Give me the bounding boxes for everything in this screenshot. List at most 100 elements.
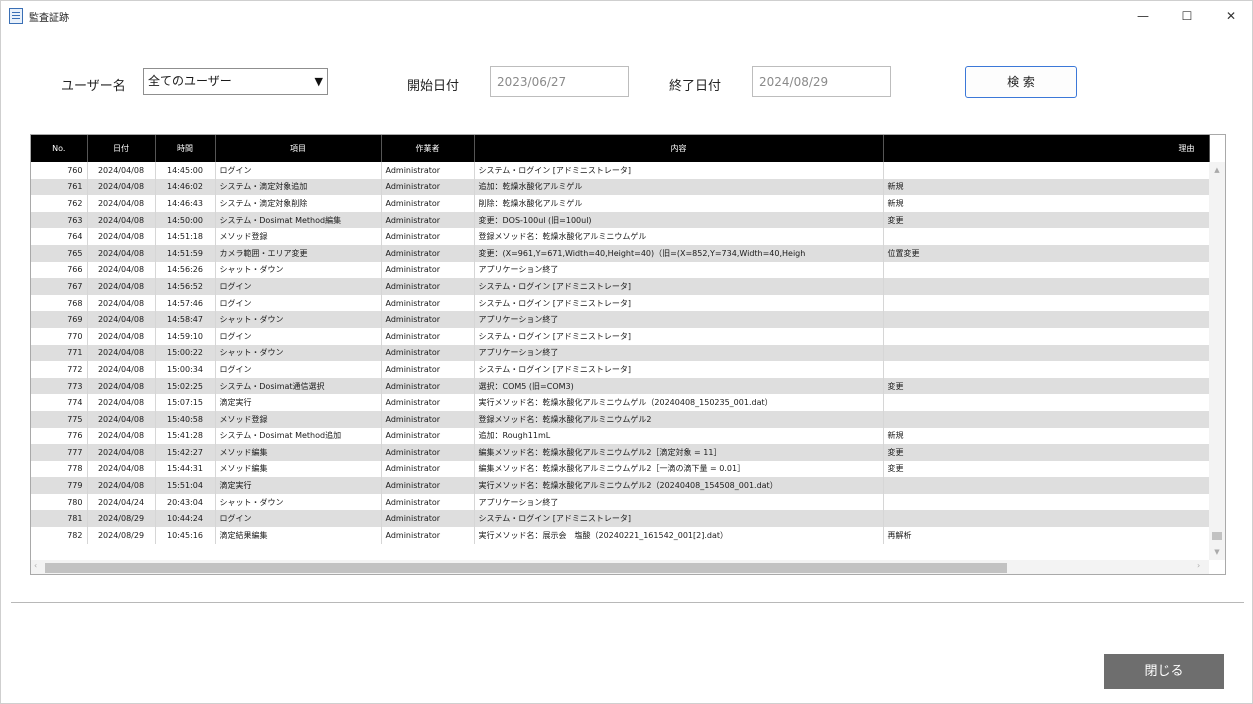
table-row[interactable]: 771 2024/04/08 15:00:22 シャット・ダウン Administrat…: [31, 344, 1210, 362]
scroll-right-icon[interactable]: ›: [1197, 561, 1200, 570]
cell-time: 15:44:31: [155, 460, 216, 478]
cell-operator: Administrator: [381, 444, 475, 461]
cell-time: 20:43:04: [155, 493, 216, 511]
horizontal-scroll-thumb[interactable]: [45, 563, 1007, 573]
column-header-content[interactable]: 内容: [474, 135, 884, 162]
cell-no: 768: [31, 294, 88, 312]
table-row[interactable]: 776 2024/04/08 15:41:28 システム・Dosimat Method…: [31, 427, 1210, 445]
cell-operator: Administrator: [381, 195, 475, 212]
cell-time: 15:00:22: [155, 344, 216, 362]
cell-time: 14:51:18: [155, 228, 216, 245]
close-button[interactable]: 閉じる: [1104, 654, 1224, 689]
scroll-down-icon[interactable]: ▼: [1209, 548, 1225, 556]
scroll-left-icon[interactable]: ‹: [34, 561, 37, 570]
cell-reason: 変更: [883, 460, 1210, 478]
cell-no: 760: [31, 162, 88, 179]
cell-content: システム・ログイン [アドミニストレータ]: [474, 510, 884, 528]
cell-content: 追加：Rough11mL: [474, 427, 884, 445]
vertical-scrollbar[interactable]: ▲ ▼: [1209, 162, 1225, 560]
table-row[interactable]: 780 2024/04/24 20:43:04 シャット・ダウン Administrat…: [31, 493, 1210, 511]
footer-divider: [11, 602, 1244, 603]
table-row[interactable]: 762 2024/04/08 14:46:43 システム・滴定対象削除 Administ…: [31, 195, 1210, 212]
cell-no: 766: [31, 261, 88, 279]
cell-time: 14:56:26: [155, 261, 216, 279]
table-row[interactable]: 778 2024/04/08 15:44:31 メソッド編集 Administrator…: [31, 460, 1210, 478]
table-row[interactable]: 782 2024/08/29 10:45:16 滴定結果編集 Administrator…: [31, 527, 1210, 544]
table-row[interactable]: 774 2024/04/08 15:07:15 滴定実行 Administrator 実行…: [31, 394, 1210, 411]
cell-no: 761: [31, 178, 88, 196]
cell-no: 778: [31, 460, 88, 478]
cell-item: 滴定実行: [215, 394, 382, 411]
cell-time: 14:59:10: [155, 327, 216, 345]
table-row[interactable]: 769 2024/04/08 14:58:47 シャット・ダウン Administrat…: [31, 311, 1210, 328]
column-header-time[interactable]: 時間: [155, 135, 216, 162]
table-row[interactable]: 777 2024/04/08 15:42:27 メソッド編集 Administrator…: [31, 444, 1210, 461]
column-header-item[interactable]: 項目: [215, 135, 382, 162]
cell-no: 771: [31, 344, 88, 362]
cell-operator: Administrator: [381, 178, 475, 196]
cell-item: メソッド編集: [215, 444, 382, 461]
maximize-button[interactable]: ☐: [1165, 1, 1209, 31]
close-window-button[interactable]: ✕: [1209, 1, 1253, 31]
cell-date: 2024/04/08: [87, 344, 156, 362]
table-row[interactable]: 773 2024/04/08 15:02:25 システム・Dosimat通信選択 Adm…: [31, 377, 1210, 395]
scroll-up-icon[interactable]: ▲: [1209, 166, 1225, 174]
minimize-button[interactable]: —: [1121, 1, 1165, 31]
cell-item: シャット・ダウン: [215, 493, 382, 511]
cell-item: ログイン: [215, 361, 382, 378]
horizontal-scrollbar[interactable]: ‹ ›: [31, 560, 1209, 574]
cell-time: 14:56:52: [155, 278, 216, 295]
cell-item: ログイン: [215, 294, 382, 312]
cell-content: 実行メソッド名：乾燥水酸化アルミニウムゲル（20240408_150235_00…: [474, 394, 884, 411]
cell-content: システム・ログイン [アドミニストレータ]: [474, 361, 884, 378]
cell-no: 779: [31, 477, 88, 494]
column-header-operator[interactable]: 作業者: [381, 135, 475, 162]
cell-no: 781: [31, 510, 88, 528]
cell-reason: [883, 278, 1210, 295]
vertical-scroll-thumb[interactable]: [1212, 532, 1222, 540]
cell-reason: [883, 294, 1210, 312]
table-row[interactable]: 767 2024/04/08 14:56:52 ログイン Administrator シス…: [31, 278, 1210, 295]
cell-date: 2024/04/24: [87, 493, 156, 511]
start-date-input[interactable]: [490, 66, 629, 97]
table-row[interactable]: 760 2024/04/08 14:45:00 ログイン Administrator シス…: [31, 162, 1210, 179]
cell-operator: Administrator: [381, 394, 475, 411]
cell-operator: Administrator: [381, 228, 475, 245]
title-bar[interactable]: 監査証跡 — ☐ ✕: [1, 1, 1252, 31]
audit-log-grid[interactable]: No. 日付 時間 項目 作業者 内容 理由 760 2024/04/08 14:4…: [30, 134, 1226, 575]
cell-item: シャット・ダウン: [215, 344, 382, 362]
table-row[interactable]: 764 2024/04/08 14:51:18 メソッド登録 Administrator…: [31, 228, 1210, 245]
cell-no: 770: [31, 327, 88, 345]
cell-item: ログイン: [215, 162, 382, 179]
search-button[interactable]: 検 索: [965, 66, 1077, 98]
end-date-label: 終了日付: [669, 79, 722, 94]
table-row[interactable]: 775 2024/04/08 15:40:58 メソッド登録 Administrator…: [31, 410, 1210, 428]
cell-no: 774: [31, 394, 88, 411]
cell-content: システム・ログイン [アドミニストレータ]: [474, 162, 884, 179]
table-row[interactable]: 763 2024/04/08 14:50:00 システム・Dosimat Method…: [31, 211, 1210, 229]
cell-no: 764: [31, 228, 88, 245]
table-row[interactable]: 766 2024/04/08 14:56:26 シャット・ダウン Administrat…: [31, 261, 1210, 279]
end-date-input[interactable]: [752, 66, 891, 97]
cell-item: システム・滴定対象削除: [215, 195, 382, 212]
cell-content: アプリケーション終了: [474, 493, 884, 511]
table-row[interactable]: 772 2024/04/08 15:00:34 ログイン Administrator シス…: [31, 361, 1210, 378]
table-row[interactable]: 761 2024/04/08 14:46:02 システム・滴定対象追加 Administ…: [31, 178, 1210, 196]
cell-operator: Administrator: [381, 294, 475, 312]
table-row[interactable]: 779 2024/04/08 15:51:04 滴定実行 Administrator 実行…: [31, 477, 1210, 494]
table-row[interactable]: 768 2024/04/08 14:57:46 ログイン Administrator シス…: [31, 294, 1210, 312]
user-select[interactable]: 全てのユーザー ▼: [143, 68, 328, 95]
table-row[interactable]: 770 2024/04/08 14:59:10 ログイン Administrator シス…: [31, 327, 1210, 345]
window-title: 監査証跡: [29, 13, 69, 24]
cell-content: 実行メソッド名：展示会 塩酸（20240221_161542_001[2].da…: [474, 527, 884, 544]
cell-no: 777: [31, 444, 88, 461]
column-header-no[interactable]: No.: [31, 135, 88, 162]
cell-content: 選択：COM5 (旧=COM3): [474, 377, 884, 395]
cell-time: 14:50:00: [155, 211, 216, 229]
cell-operator: Administrator: [381, 344, 475, 362]
table-row[interactable]: 765 2024/04/08 14:51:59 カメラ範囲・エリア変更 Administ…: [31, 244, 1210, 262]
cell-content: 編集メソッド名：乾燥水酸化アルミニウムゲル2［滴定対象 = 11］: [474, 444, 884, 461]
table-row[interactable]: 781 2024/08/29 10:44:24 ログイン Administrator シス…: [31, 510, 1210, 528]
column-header-date[interactable]: 日付: [87, 135, 156, 162]
column-header-reason[interactable]: 理由: [883, 135, 1210, 162]
